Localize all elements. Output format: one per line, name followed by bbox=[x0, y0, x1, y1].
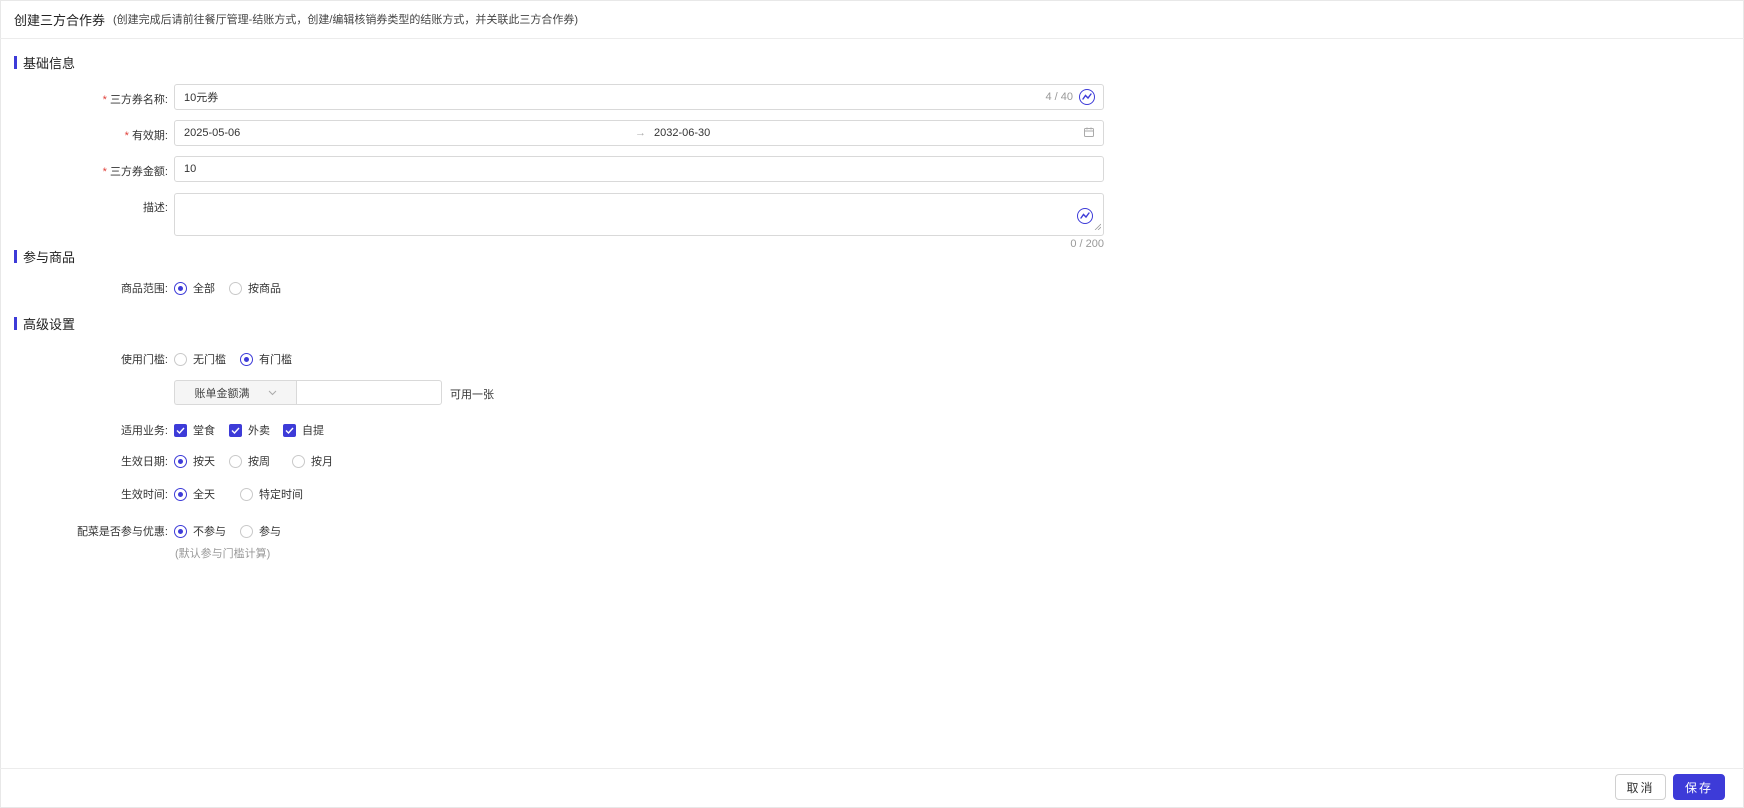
amount-input[interactable]: 10 bbox=[174, 156, 1104, 182]
threshold-amount-input[interactable] bbox=[296, 380, 442, 405]
section-advanced-title: 高级设置 bbox=[23, 316, 76, 332]
required-asterisk: * bbox=[102, 166, 107, 178]
radio-selected[interactable] bbox=[240, 352, 253, 366]
goods-scope-option-by-product[interactable]: 按商品 bbox=[229, 280, 281, 296]
threshold-suffix: 可用一张 bbox=[450, 389, 494, 401]
footer-bar bbox=[0, 768, 1744, 808]
coupon-name-value: 10元券 bbox=[184, 92, 219, 104]
coupon-name-input[interactable]: 10元券 4 / 40 bbox=[174, 84, 1104, 110]
save-button[interactable]: 保存 bbox=[1673, 774, 1725, 800]
section-marker bbox=[14, 249, 17, 263]
required-asterisk: * bbox=[124, 130, 129, 142]
effective-date-option-day[interactable]: 按天 bbox=[174, 453, 215, 469]
radio-selected[interactable] bbox=[174, 487, 187, 501]
resize-handle-icon[interactable] bbox=[1094, 219, 1102, 233]
description-count: 0 / 200 bbox=[1070, 238, 1104, 250]
effective-time-option-all-day[interactable]: 全天 bbox=[174, 486, 215, 502]
dish-discount-option-no[interactable]: 不参与 bbox=[174, 523, 226, 539]
section-goods: 参与商品 bbox=[14, 248, 76, 265]
validity-start-date[interactable]: 2025-05-06 bbox=[184, 127, 627, 139]
page-subtitle: (创建完成后请前往餐厅管理-结账方式，创建/编辑核销券类型的结账方式，并关联此三… bbox=[113, 14, 579, 26]
section-goods-title: 参与商品 bbox=[23, 249, 76, 265]
amount-label: * 三方券金额: bbox=[102, 166, 168, 178]
page-header: 创建三方合作券 (创建完成后请前往餐厅管理-结账方式，创建/编辑核销券类型的结账… bbox=[0, 0, 1744, 39]
dish-discount-label: 配菜是否参与优惠: bbox=[76, 526, 168, 538]
checkbox-checked[interactable] bbox=[283, 423, 296, 437]
page-title: 创建三方合作券 bbox=[14, 12, 106, 28]
checkbox-checked[interactable] bbox=[174, 423, 187, 437]
section-marker bbox=[14, 55, 17, 69]
section-advanced: 高级设置 bbox=[14, 315, 76, 332]
effective-date-option-month[interactable]: 按月 bbox=[292, 453, 333, 469]
dish-discount-option-yes[interactable]: 参与 bbox=[240, 523, 281, 539]
checkbox-checked[interactable] bbox=[229, 423, 242, 437]
effective-time-option-specific[interactable]: 特定时间 bbox=[240, 486, 303, 502]
radio-selected[interactable] bbox=[174, 281, 187, 295]
ai-assist-icon[interactable] bbox=[1079, 89, 1095, 105]
threshold-type-select[interactable]: 账单金额满 bbox=[174, 380, 296, 405]
radio-unselected[interactable] bbox=[292, 454, 305, 468]
radio-unselected[interactable] bbox=[229, 454, 242, 468]
threshold-option-has[interactable]: 有门槛 bbox=[240, 351, 292, 367]
amount-value: 10 bbox=[184, 163, 197, 175]
ai-assist-icon[interactable] bbox=[1077, 208, 1093, 224]
effective-date-label: 生效日期: bbox=[120, 456, 168, 468]
radio-selected[interactable] bbox=[174, 524, 187, 538]
business-label: 适用业务: bbox=[120, 425, 168, 437]
arrow-right-icon: → bbox=[635, 127, 646, 139]
threshold-type-value: 账单金额满 bbox=[194, 387, 250, 400]
business-option-dine-in[interactable]: 堂食 bbox=[174, 422, 215, 438]
section-basic-info: 基础信息 bbox=[14, 54, 76, 71]
radio-unselected[interactable] bbox=[240, 524, 253, 538]
radio-unselected[interactable] bbox=[174, 352, 187, 366]
description-textarea[interactable] bbox=[174, 193, 1104, 236]
business-option-delivery[interactable]: 外卖 bbox=[229, 422, 270, 438]
threshold-label: 使用门槛: bbox=[120, 354, 168, 366]
coupon-name-count: 4 / 40 bbox=[1045, 91, 1073, 103]
radio-unselected[interactable] bbox=[229, 281, 242, 295]
threshold-option-none[interactable]: 无门槛 bbox=[174, 351, 226, 367]
description-label: 描述: bbox=[142, 202, 168, 214]
chevron-down-icon bbox=[268, 387, 277, 399]
business-option-pickup[interactable]: 自提 bbox=[283, 422, 324, 438]
goods-scope-option-all[interactable]: 全部 bbox=[174, 280, 215, 296]
cancel-button[interactable]: 取消 bbox=[1615, 774, 1666, 800]
required-asterisk: * bbox=[102, 94, 107, 106]
validity-range-picker[interactable]: 2025-05-06 → 2032-06-30 bbox=[174, 120, 1104, 146]
section-basic-info-title: 基础信息 bbox=[23, 55, 76, 71]
section-marker bbox=[14, 316, 17, 330]
validity-end-date[interactable]: 2032-06-30 bbox=[654, 127, 1083, 139]
coupon-name-label: * 三方券名称: bbox=[102, 94, 168, 106]
effective-date-option-week[interactable]: 按周 bbox=[229, 453, 270, 469]
dish-discount-hint: (默认参与门槛计算) bbox=[175, 548, 271, 560]
effective-time-label: 生效时间: bbox=[120, 489, 168, 501]
radio-selected[interactable] bbox=[174, 454, 187, 468]
radio-unselected[interactable] bbox=[240, 487, 253, 501]
validity-label: * 有效期: bbox=[124, 130, 168, 142]
goods-scope-label: 商品范围: bbox=[120, 283, 168, 295]
calendar-icon[interactable] bbox=[1083, 126, 1095, 141]
